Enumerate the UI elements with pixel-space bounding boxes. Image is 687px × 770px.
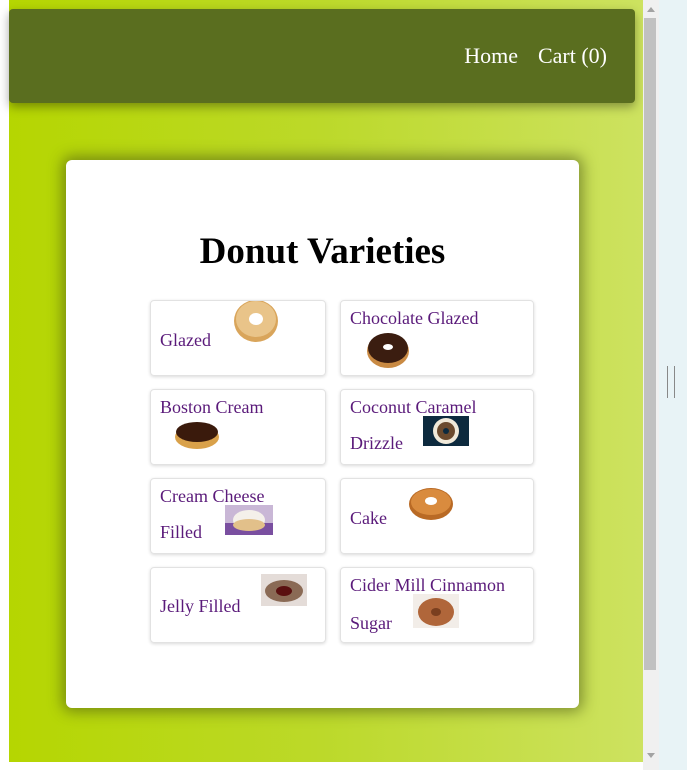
donut-name-part: Coconut Caramel xyxy=(350,397,477,417)
cinnamon-sugar-donut-icon xyxy=(412,594,459,640)
donut-name: Chocolate Glazed xyxy=(350,308,479,328)
page-viewport: Home Cart (0) Donut Varieties Glazed Cho… xyxy=(0,0,643,770)
nav-links: Home Cart (0) xyxy=(464,43,607,69)
boston-cream-donut-icon xyxy=(174,418,220,462)
cake-donut-icon xyxy=(409,487,454,533)
splitter-grip-icon[interactable] xyxy=(667,366,675,398)
glazed-donut-icon xyxy=(233,301,279,355)
donut-card: Donut Varieties Glazed Chocolate Glazed xyxy=(66,160,579,708)
top-navbar: Home Cart (0) xyxy=(9,9,635,103)
vertical-scrollbar[interactable] xyxy=(643,0,659,770)
donut-tile-cake[interactable]: Cake xyxy=(340,478,534,554)
left-edge xyxy=(0,0,9,770)
donut-name-part: Cream Cheese xyxy=(160,486,265,506)
donut-tile-jelly-filled[interactable]: Jelly Filled xyxy=(150,567,326,643)
donut-name: Jelly Filled xyxy=(160,596,241,617)
scroll-up-icon[interactable] xyxy=(647,7,655,12)
coconut-caramel-donut-icon xyxy=(423,416,470,458)
donut-name: Glazed xyxy=(160,330,211,351)
page-title: Donut Varieties xyxy=(199,231,446,272)
donut-name: Cake xyxy=(350,508,387,529)
donut-name: Boston Cream xyxy=(160,397,264,417)
home-link[interactable]: Home xyxy=(464,43,518,69)
donut-name-part: Drizzle xyxy=(350,433,403,454)
cream-cheese-donut-icon xyxy=(224,505,273,547)
donut-name-part: Sugar xyxy=(350,613,392,634)
donut-tile-chocolate-glazed[interactable]: Chocolate Glazed xyxy=(340,300,534,376)
donut-tile-boston-cream[interactable]: Boston Cream xyxy=(150,389,326,465)
donut-name-part: Cider Mill Cinnamon xyxy=(350,575,505,595)
donut-tile-glazed[interactable]: Glazed xyxy=(150,300,326,376)
donut-tile-cream-cheese[interactable]: Cream Cheese Filled xyxy=(150,478,326,554)
donut-grid: Glazed Chocolate Glazed Boston Cream Coc… xyxy=(150,300,534,643)
chocolate-glazed-donut-icon xyxy=(366,329,410,375)
cart-link[interactable]: Cart (0) xyxy=(538,43,607,69)
scroll-down-icon[interactable] xyxy=(647,753,655,758)
bottom-edge xyxy=(0,762,643,770)
scroll-thumb[interactable] xyxy=(644,18,656,670)
jelly-filled-donut-icon xyxy=(261,574,307,618)
donut-tile-cinnamon-sugar[interactable]: Cider Mill Cinnamon Sugar xyxy=(340,567,534,643)
donut-name-part: Filled xyxy=(160,522,203,543)
donut-tile-coconut-caramel[interactable]: Coconut Caramel Drizzle xyxy=(340,389,534,465)
pane-splitter[interactable] xyxy=(659,0,687,770)
